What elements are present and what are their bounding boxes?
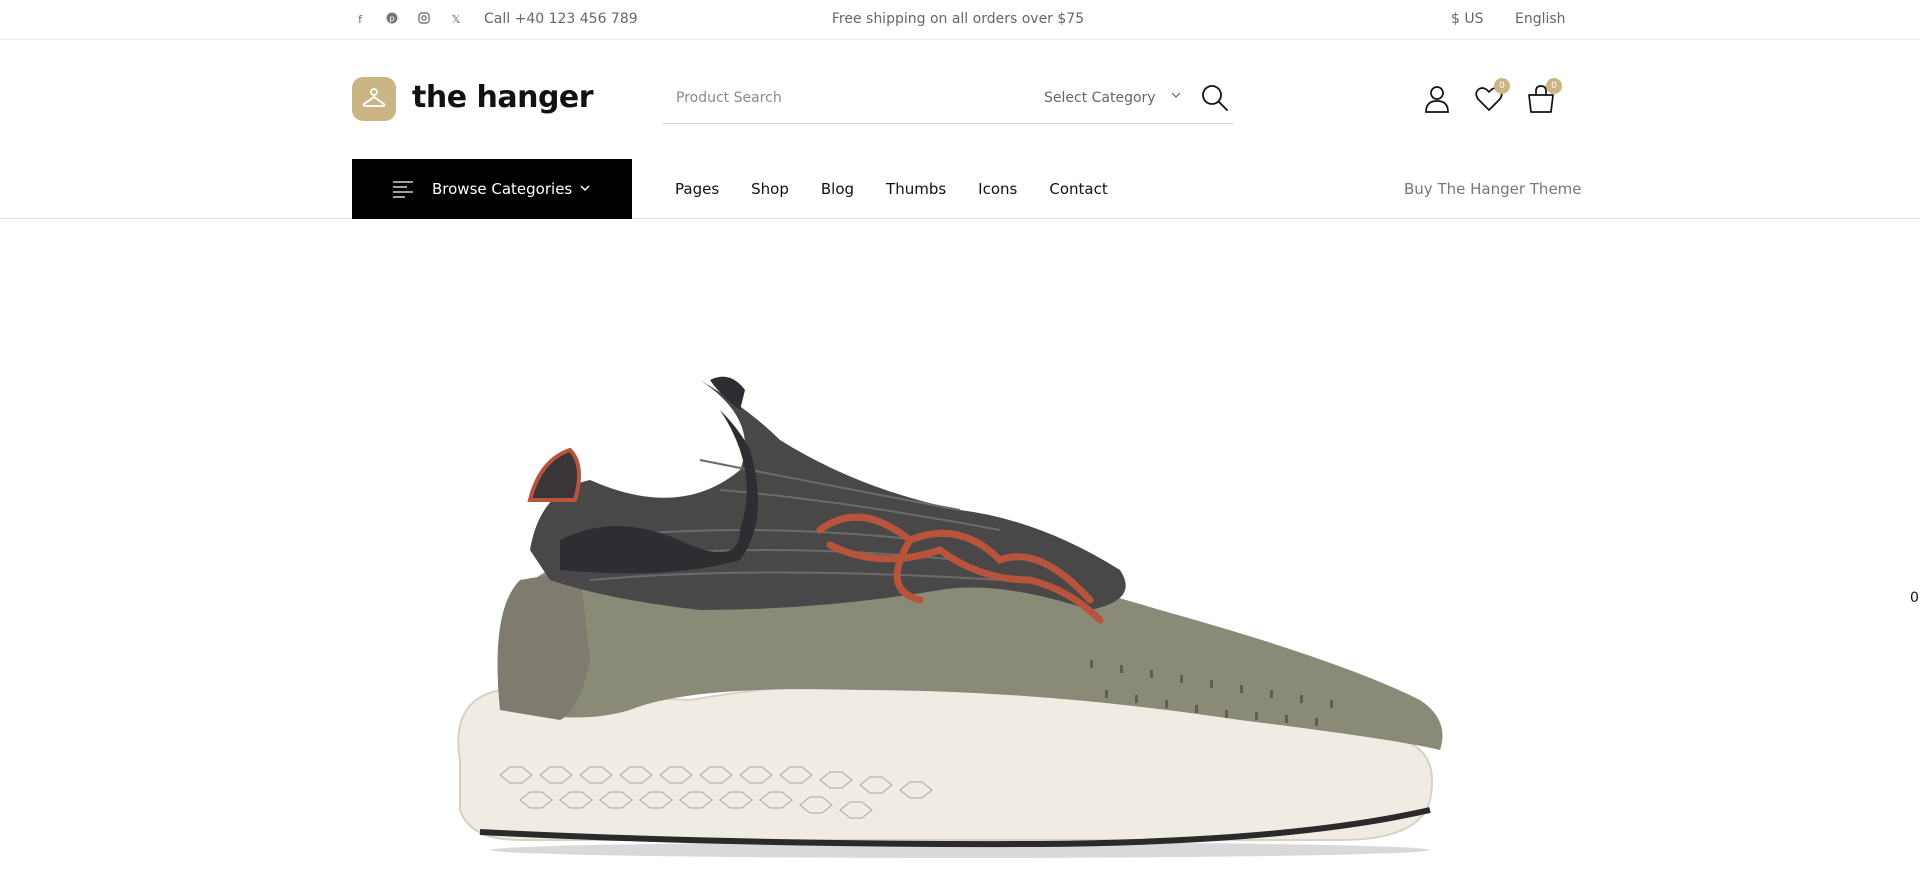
- currency-selector[interactable]: $ US: [1451, 11, 1484, 27]
- menu-lines-icon: [393, 181, 413, 198]
- shipping-notice: Free shipping on all orders over $75: [831, 11, 1085, 27]
- menu-item-contact[interactable]: Contact: [1049, 180, 1107, 198]
- cart-count-badge: 0: [1546, 78, 1562, 94]
- browse-categories-button[interactable]: Browse Categories: [352, 159, 632, 219]
- buy-theme-link[interactable]: Buy The Hanger Theme: [1404, 180, 1582, 198]
- logo-icon[interactable]: [352, 77, 396, 121]
- wishlist-count-badge: 0: [1494, 78, 1510, 94]
- menu-item-pages[interactable]: Pages: [675, 180, 719, 198]
- search-icon[interactable]: [1200, 83, 1230, 113]
- chevron-down-icon: [1171, 92, 1181, 98]
- browse-categories-label: Browse Categories: [432, 180, 573, 198]
- header: the hanger Select Category 0 0: [352, 74, 1564, 124]
- top-bar: f p 𝕏 Call +40 123 456 789 Free shipping…: [0, 0, 1920, 40]
- menu-item-thumbs[interactable]: Thumbs: [886, 180, 946, 198]
- menu-item-blog[interactable]: Blog: [821, 180, 854, 198]
- user-icon[interactable]: [1422, 84, 1452, 114]
- slider-counter: 0: [1910, 590, 1919, 606]
- chevron-down-icon: [580, 185, 590, 192]
- search-bar: Select Category: [662, 74, 1234, 124]
- language-selector[interactable]: English: [1515, 11, 1566, 27]
- hero-product-image: [457, 376, 1443, 858]
- main-menu: Pages Shop Blog Thumbs Icons Contact: [675, 180, 1140, 198]
- category-select[interactable]: Select Category: [1044, 90, 1156, 106]
- logo-text[interactable]: the hanger: [412, 80, 594, 115]
- menu-item-icons[interactable]: Icons: [978, 180, 1017, 198]
- search-input[interactable]: [662, 84, 1022, 112]
- nav-divider: [0, 218, 1920, 219]
- menu-item-shop[interactable]: Shop: [751, 180, 789, 198]
